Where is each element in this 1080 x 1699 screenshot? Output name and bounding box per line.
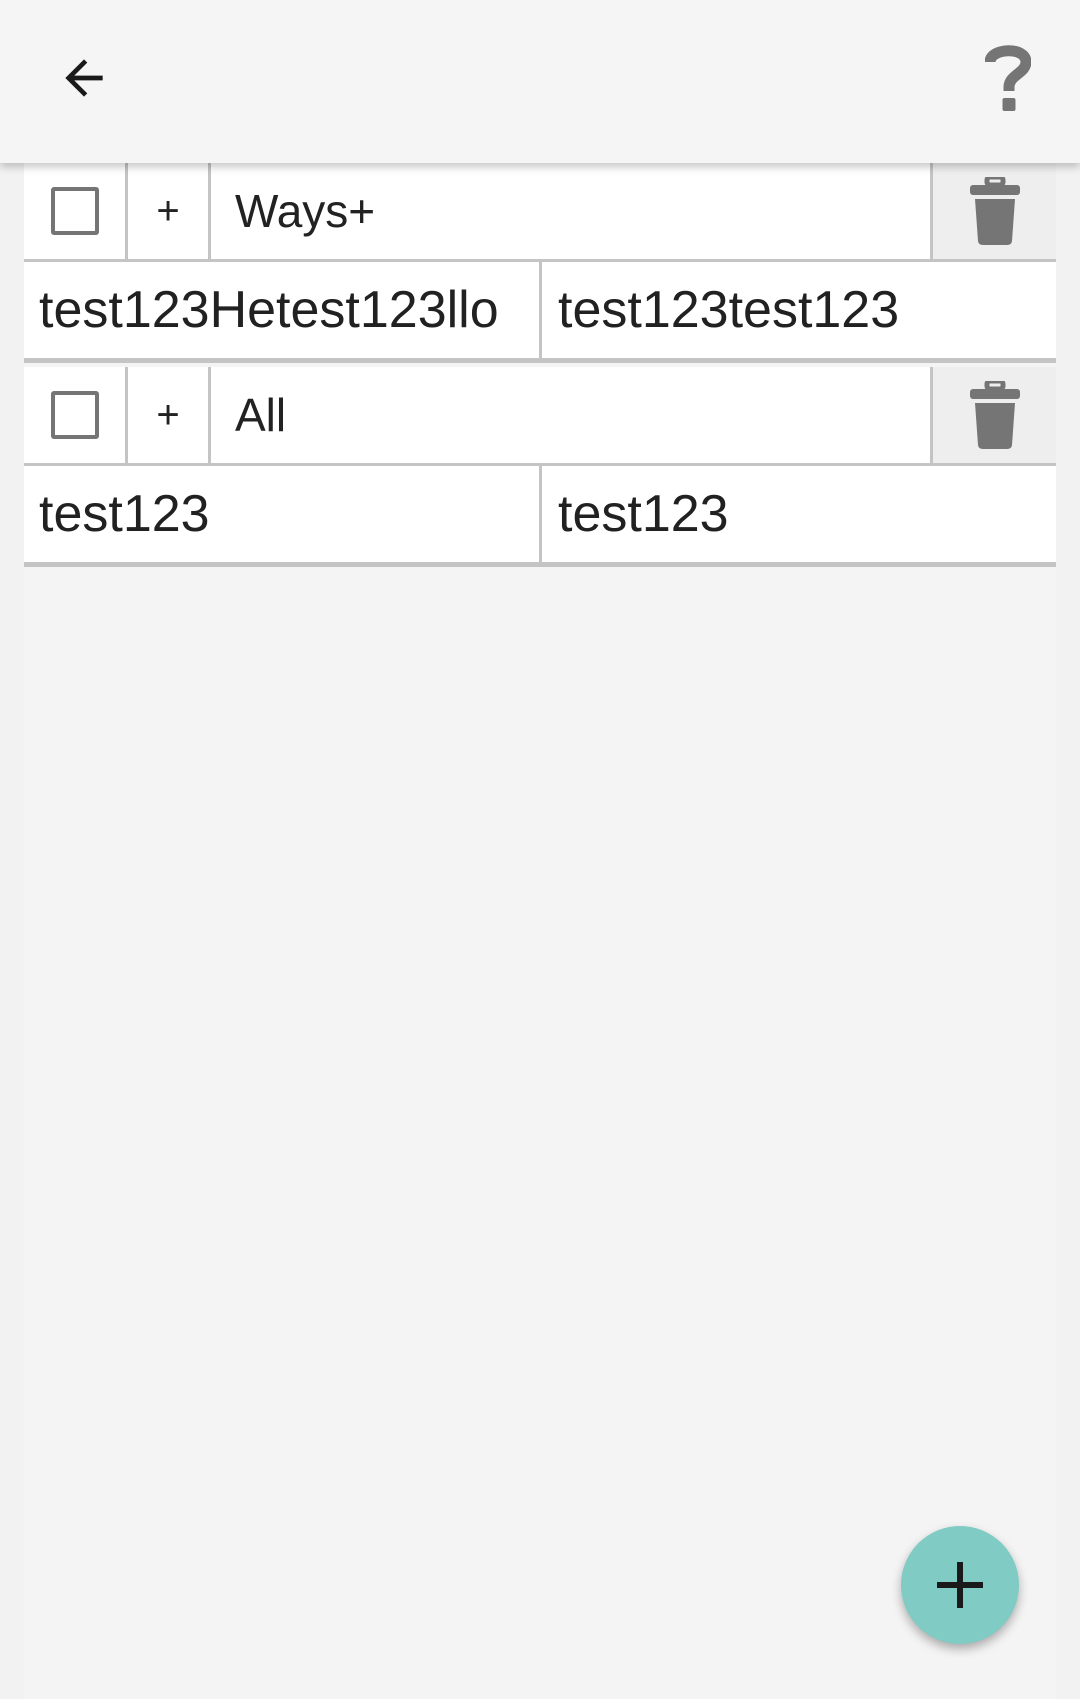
rules-list: + Ways+ test123Hetest123llo test123test1… bbox=[24, 163, 1056, 1699]
expand-button[interactable]: + bbox=[128, 163, 211, 259]
select-checkbox[interactable] bbox=[50, 187, 99, 235]
help-button[interactable] bbox=[968, 38, 1048, 118]
expand-button[interactable]: + bbox=[128, 367, 211, 463]
expand-label: + bbox=[156, 188, 180, 233]
list-item: + Ways+ test123Hetest123llo test123test1… bbox=[24, 163, 1056, 363]
list-item: + All test123 test123 bbox=[24, 367, 1056, 567]
top-app-bar bbox=[0, 0, 1080, 163]
trash-icon bbox=[969, 381, 1020, 449]
key-text: test123Hetest123llo bbox=[39, 281, 499, 339]
add-icon bbox=[937, 1562, 983, 1608]
group-name-field[interactable]: All bbox=[211, 367, 933, 463]
expand-label: + bbox=[156, 392, 180, 437]
help-question-icon bbox=[985, 45, 1031, 111]
value-text: test123 bbox=[558, 485, 729, 543]
add-rule-button[interactable] bbox=[901, 1526, 1019, 1644]
delete-button[interactable] bbox=[933, 367, 1056, 463]
value-text: test123test123 bbox=[558, 281, 900, 339]
group-header-row: + All bbox=[24, 367, 1056, 463]
select-cell bbox=[24, 163, 128, 259]
back-button[interactable] bbox=[44, 38, 124, 118]
value-field[interactable]: test123 bbox=[542, 466, 1056, 562]
key-field[interactable]: test123 bbox=[24, 466, 542, 562]
delete-button[interactable] bbox=[933, 163, 1056, 259]
group-name: Ways+ bbox=[235, 185, 376, 237]
key-value-row: test123Hetest123llo test123test123 bbox=[24, 259, 1056, 363]
trash-icon bbox=[969, 177, 1020, 245]
key-value-row: test123 test123 bbox=[24, 463, 1056, 567]
group-name: All bbox=[235, 389, 287, 441]
arrow-back-icon bbox=[65, 59, 103, 97]
group-header-row: + Ways+ bbox=[24, 163, 1056, 259]
select-cell bbox=[24, 367, 128, 463]
key-field[interactable]: test123Hetest123llo bbox=[24, 262, 542, 358]
select-checkbox[interactable] bbox=[50, 391, 99, 439]
group-name-field[interactable]: Ways+ bbox=[211, 163, 933, 259]
key-text: test123 bbox=[39, 485, 210, 543]
value-field[interactable]: test123test123 bbox=[542, 262, 1056, 358]
